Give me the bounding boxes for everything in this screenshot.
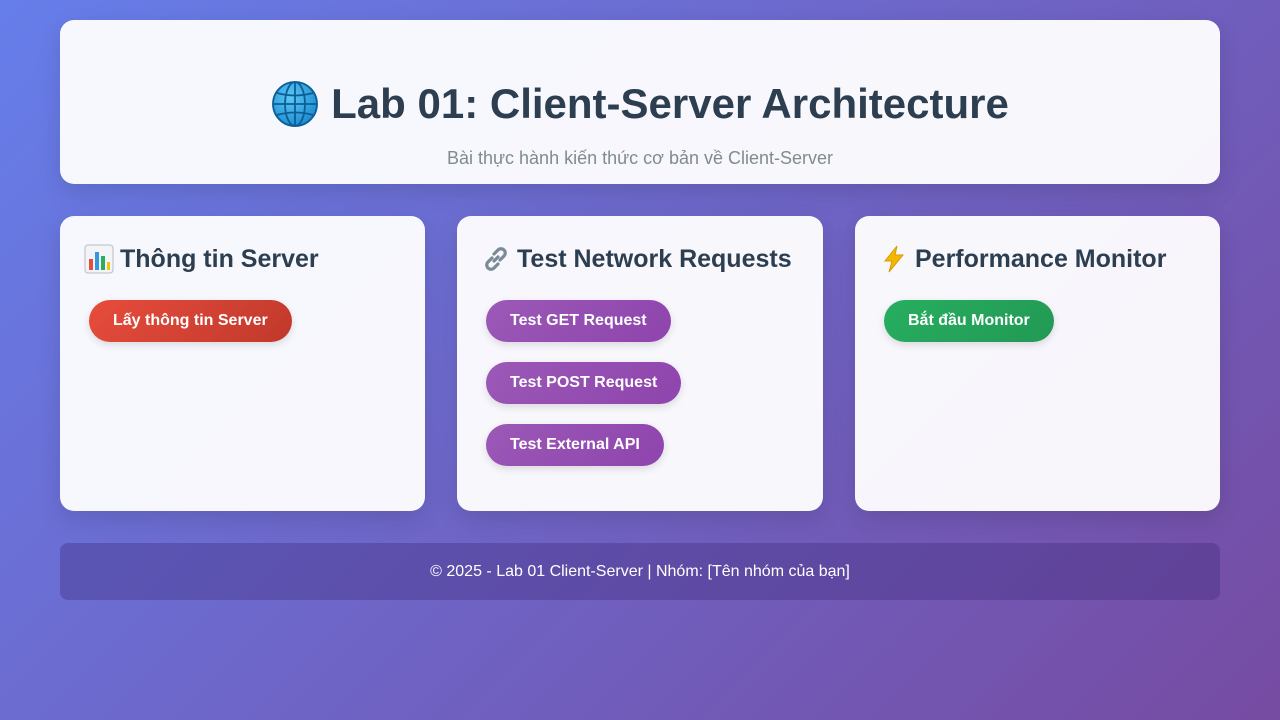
start-monitor-button[interactable]: Bắt đầu Monitor — [884, 300, 1054, 342]
footer-text: © 2025 - Lab 01 Client-Server | Nhóm: [T… — [430, 562, 850, 580]
lightning-icon — [883, 245, 905, 273]
network-requests-heading: Test Network Requests — [481, 242, 792, 276]
get-server-info-button[interactable]: Lấy thông tin Server — [89, 300, 292, 342]
page-footer: © 2025 - Lab 01 Client-Server | Nhóm: [T… — [60, 543, 1220, 600]
page-title: Lab 01: Client-Server Architecture — [331, 80, 1009, 127]
page-header: Lab 01: Client-Server Architecture Bài t… — [60, 20, 1220, 184]
performance-monitor-heading: Performance Monitor — [879, 242, 1166, 276]
server-info-heading: Thông tin Server — [84, 242, 319, 276]
network-requests-title: Test Network Requests — [517, 245, 792, 273]
test-get-button[interactable]: Test GET Request — [486, 300, 671, 342]
server-info-title: Thông tin Server — [120, 245, 319, 273]
performance-monitor-card: Performance Monitor Bắt đầu Monitor — [855, 216, 1220, 511]
page-subtitle: Bài thực hành kiến thức cơ bản về Client… — [446, 148, 834, 168]
test-post-button[interactable]: Test POST Request — [486, 362, 682, 404]
network-requests-card: Test Network Requests Test GET Request T… — [457, 216, 823, 511]
bar-chart-icon — [84, 244, 114, 274]
performance-monitor-title: Performance Monitor — [915, 245, 1167, 273]
test-external-api-button[interactable]: Test External API — [486, 424, 664, 466]
server-info-card: Thông tin Server Lấy thông tin Server — [60, 216, 425, 511]
title-row: Lab 01: Client-Server Architecture — [60, 78, 1220, 130]
globe-icon — [272, 81, 319, 127]
link-icon — [485, 247, 507, 271]
